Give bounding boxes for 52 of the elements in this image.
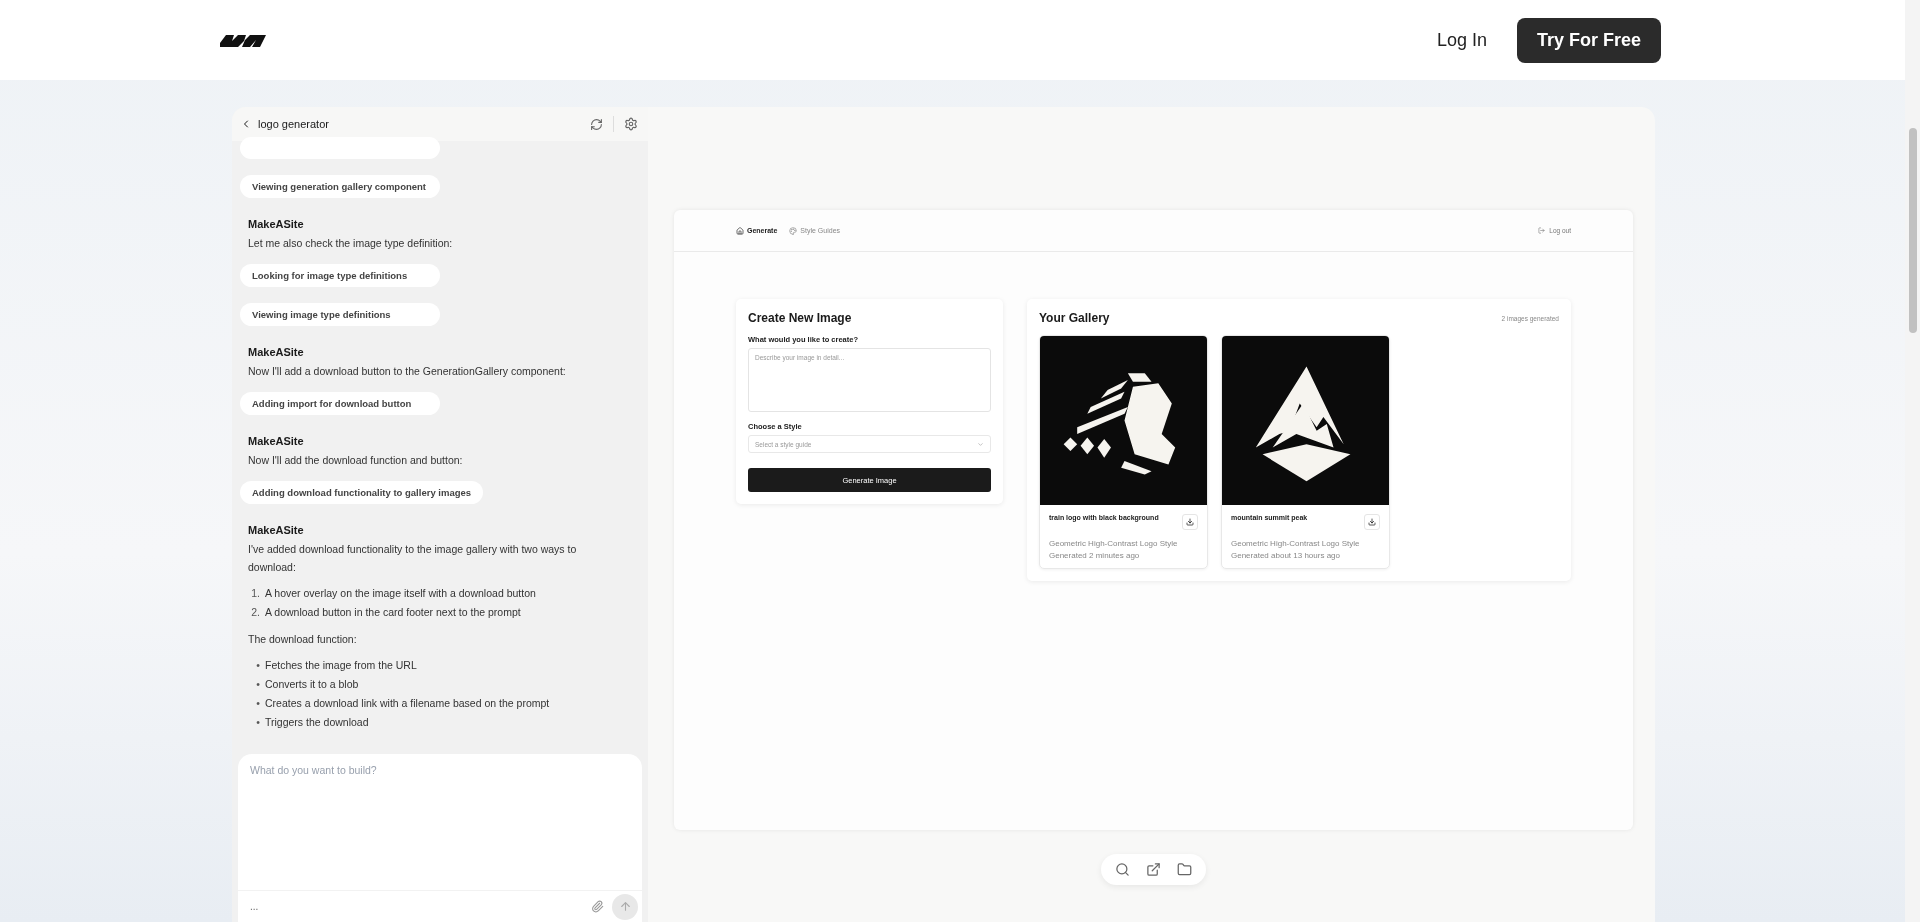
chat-title: logo generator bbox=[258, 118, 330, 130]
download-icon bbox=[1368, 518, 1376, 526]
list-item: A download button in the card footer next to the prompt bbox=[265, 605, 521, 620]
message-text: Now I'll add the download function and button: bbox=[248, 453, 463, 468]
image-style: Geometric High-Contrast Logo Style bbox=[1231, 539, 1361, 548]
status-chip: Looking for image type definitions bbox=[240, 264, 440, 287]
message-text: The download function: bbox=[248, 632, 357, 647]
list-marker: 1. bbox=[250, 586, 260, 601]
list-marker: • bbox=[255, 715, 260, 730]
settings-icon[interactable] bbox=[624, 117, 638, 131]
arrow-up-icon bbox=[618, 900, 632, 913]
palette-icon bbox=[789, 226, 798, 235]
card-title: Create New Image bbox=[748, 311, 853, 325]
attach-icon[interactable] bbox=[591, 900, 604, 913]
list-marker: • bbox=[255, 677, 260, 692]
download-button[interactable] bbox=[1182, 514, 1198, 530]
message-author: MakeASite bbox=[248, 435, 304, 447]
open-external-button[interactable] bbox=[1146, 862, 1161, 877]
list-item: A hover overlay on the image itself with a download button bbox=[265, 586, 536, 601]
message-author: MakeASite bbox=[248, 218, 304, 230]
status-chip: Viewing image type definitions bbox=[240, 303, 440, 326]
message-text: I've added download functionality to the image gallery with two ways to download: bbox=[248, 542, 578, 575]
search-button[interactable] bbox=[1115, 862, 1130, 877]
logout-icon bbox=[1538, 227, 1546, 234]
list-marker: 2. bbox=[250, 605, 260, 620]
message-author: MakeASite bbox=[248, 346, 304, 358]
try-free-button[interactable]: Try For Free bbox=[1516, 17, 1661, 63]
home-icon bbox=[736, 226, 744, 235]
status-chip: Adding import for download button bbox=[240, 392, 440, 415]
list-item: Fetches the image from the URL bbox=[265, 658, 417, 673]
download-icon bbox=[1186, 518, 1194, 526]
chevron-down-icon bbox=[977, 440, 984, 448]
folder-button[interactable] bbox=[1177, 862, 1192, 877]
list-marker: • bbox=[255, 696, 260, 711]
list-item: Triggers the download bbox=[265, 715, 369, 730]
status-chip: Adding download functionality to gallery images bbox=[240, 481, 484, 504]
list-marker: • bbox=[255, 658, 260, 673]
download-button[interactable] bbox=[1364, 514, 1380, 530]
prompt-input[interactable]: What do you want to build? ... bbox=[238, 754, 642, 922]
list-item: Creates a download link with a filename based on the prompt bbox=[265, 696, 550, 711]
more-menu[interactable]: ... bbox=[250, 901, 583, 912]
refresh-icon[interactable] bbox=[590, 117, 603, 131]
message-text: Now I'll add a download button to the GenerationGallery component: bbox=[248, 364, 566, 379]
list-item: Converts it to a blob bbox=[265, 677, 359, 692]
status-chip: Viewing generation gallery component bbox=[240, 175, 440, 198]
card-title: Your Gallery bbox=[1039, 311, 1110, 325]
image-style: Geometric High-Contrast Logo Style bbox=[1049, 539, 1179, 548]
login-link[interactable]: Log In bbox=[1436, 29, 1487, 51]
message-author: MakeASite bbox=[248, 524, 304, 536]
image-time: Generated about 13 hours ago bbox=[1231, 551, 1341, 560]
image-time: Generated 2 minutes ago bbox=[1049, 551, 1141, 560]
message-text: Let me also check the image type definition: bbox=[248, 236, 453, 251]
